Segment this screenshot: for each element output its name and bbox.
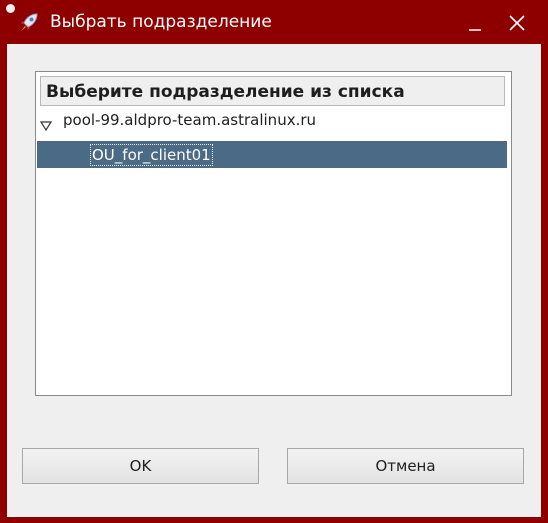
minimize-icon[interactable] <box>463 11 487 35</box>
title-bar[interactable]: Выбрать подразделение <box>0 0 548 44</box>
ok-button[interactable]: OK <box>22 448 259 484</box>
rocket-icon <box>17 11 41 35</box>
cancel-button[interactable]: Отмена <box>287 448 524 484</box>
window-corner-dot <box>6 4 15 13</box>
close-icon[interactable] <box>505 11 529 35</box>
expand-triangle-icon[interactable] <box>39 116 53 132</box>
tree-item-root-label: pool-99.aldpro-team.astralinux.ru <box>63 111 317 129</box>
window-title: Выбрать подразделение <box>50 12 272 32</box>
department-tree[interactable]: Выберите подразделение из списка pool-99… <box>35 71 512 396</box>
dialog-window: Выбрать подразделение Выберите подраздел… <box>0 0 548 523</box>
dialog-body: Выберите подразделение из списка pool-99… <box>7 44 541 517</box>
tree-item-label: OU_for_client01 <box>90 144 213 166</box>
tree-item-root[interactable]: pool-99.aldpro-team.astralinux.ru <box>36 109 511 132</box>
tree-item-selected[interactable]: OU_for_client01 <box>37 141 507 168</box>
tree-header[interactable]: Выберите подразделение из списка <box>40 76 505 106</box>
tree-header-label: Выберите подразделение из списка <box>46 82 405 102</box>
